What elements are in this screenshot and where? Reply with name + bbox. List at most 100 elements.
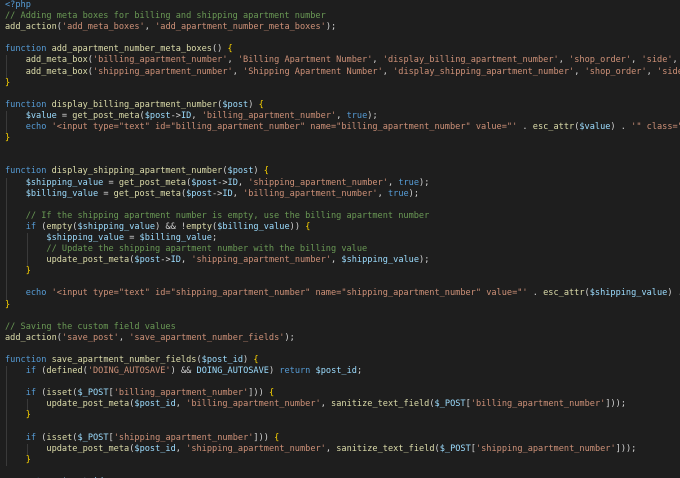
code-token: = — [56, 110, 73, 121]
code-token: DOING_AUTOSAVE — [196, 366, 269, 377]
code-token: 'add_apartment_number_meta_boxes' — [155, 22, 326, 33]
code-token: , — [574, 66, 585, 77]
indent-guide — [6, 454, 7, 466]
code-token: 'side' — [641, 55, 673, 66]
code-token: , — [325, 443, 337, 454]
code-token: if — [25, 221, 37, 232]
code-token: } — [25, 410, 31, 421]
code-token: , — [558, 55, 570, 66]
code-token: . — [527, 288, 544, 299]
code-token: ; — [356, 366, 363, 377]
code-token: 'shipping_apartment_number' — [113, 432, 254, 443]
code-token: $post — [134, 255, 161, 266]
code-token: { — [227, 44, 233, 55]
code-token: update_post_meta — [46, 399, 130, 410]
code-token: ( — [36, 221, 47, 232]
code-token: , — [144, 22, 156, 33]
indent-guide — [6, 288, 7, 300]
indent-guide — [6, 244, 7, 256]
code-line: $billing_value = get_post_meta($post->ID… — [5, 188, 680, 200]
code-token: esc_attr — [543, 288, 585, 299]
code-token: isset — [46, 432, 73, 443]
code-line: function save_apartment_number_fields($p… — [5, 355, 680, 366]
indent-guide — [6, 122, 7, 134]
code-token: if — [25, 366, 37, 377]
code-line — [5, 377, 680, 389]
code-line: if (isset($_POST['shipping_apartment_num… — [5, 432, 680, 444]
code-line: $shipping_value = get_post_meta($post->I… — [5, 177, 680, 189]
code-token: 'shipping_apartment_number' — [248, 177, 388, 188]
code-line — [5, 421, 680, 433]
code-token: { — [274, 432, 280, 443]
indent-guide — [6, 410, 7, 422]
indent-guide — [6, 55, 7, 67]
code-token: ])); — [605, 399, 627, 410]
code-token: ])) — [248, 388, 269, 399]
code-token: , — [331, 255, 342, 266]
code-token: $post_id — [201, 355, 244, 365]
code-line: update_post_meta($post_id, 'shipping_apa… — [5, 443, 680, 455]
code-token: = — [124, 232, 140, 243]
indent-guide — [6, 388, 7, 400]
code-editor[interactable]: <?php// Adding meta boxes for billing an… — [0, 0, 680, 478]
code-token: )) — [289, 221, 306, 232]
code-token: ID — [180, 110, 192, 121]
code-token: save_apartment_number_fields — [51, 355, 197, 365]
code-token: function — [5, 99, 52, 110]
code-token: = — [98, 188, 114, 199]
code-token: 'save_apartment_number_fields' — [129, 332, 285, 343]
code-token: ])); — [615, 443, 637, 454]
code-token: $post_id — [134, 399, 176, 410]
code-token: $shipping_value — [341, 255, 420, 266]
code-token: ) — [268, 366, 280, 377]
code-line: } — [5, 78, 680, 89]
code-token: get_post_meta — [118, 177, 187, 188]
code-token: . — [517, 122, 533, 133]
code-token: , — [237, 177, 249, 188]
code-token: -> — [212, 188, 223, 199]
code-token: function — [5, 355, 52, 365]
code-token: isset — [46, 388, 73, 399]
indent-guide — [6, 377, 7, 389]
code-token: add_apartment_number_meta_boxes — [51, 44, 212, 55]
code-token: , — [320, 399, 332, 410]
code-token: $_POST — [439, 443, 471, 454]
code-token: { — [263, 166, 269, 177]
code-line: update_post_meta($post_id, 'billing_apar… — [5, 399, 680, 411]
code-line: if (isset($_POST['billing_apartment_numb… — [5, 388, 680, 400]
code-line: add_meta_box('billing_apartment_number',… — [5, 55, 680, 67]
indent-guide — [6, 443, 7, 455]
code-token: 'billing_apartment_number' — [243, 188, 378, 199]
code-token: , — [631, 55, 642, 66]
code-token: update_post_meta — [46, 255, 130, 266]
code-token: $value — [25, 110, 57, 121]
code-token: 'shipping_apartment_number' — [186, 443, 326, 454]
code-token: 'add_meta_boxes' — [61, 22, 145, 33]
code-token: ; — [211, 232, 218, 243]
code-token: && — [175, 366, 197, 377]
code-token: '<input type="text" id="billing_apartmen… — [51, 122, 518, 133]
code-line: // Saving the custom field values — [5, 322, 680, 333]
code-token: // If the shipping apartment number is e… — [25, 210, 430, 221]
code-token: ); — [419, 255, 430, 266]
code-token: $_POST — [77, 388, 109, 399]
code-area[interactable]: <?php// Adding meta boxes for billing an… — [5, 0, 680, 478]
code-token: sanitize_text_field — [331, 399, 430, 410]
